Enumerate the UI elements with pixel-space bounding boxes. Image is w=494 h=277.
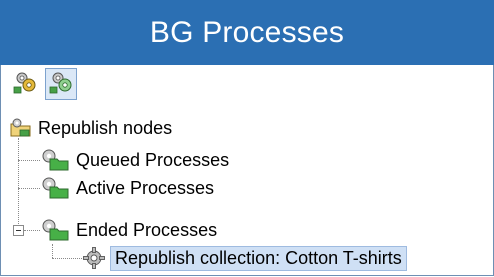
gears-folder-icon (40, 149, 70, 171)
process-group-active-button[interactable] (45, 68, 77, 100)
collapse-toggle[interactable] (13, 225, 24, 236)
toolbar (9, 68, 77, 102)
tree-item-active[interactable]: Active Processes (40, 174, 214, 202)
tree-connector (52, 244, 53, 258)
tree-item-label: Active Processes (76, 177, 215, 198)
gear-icon (82, 246, 106, 270)
process-group-active-icon (49, 70, 73, 99)
tree-item-ended[interactable]: Ended Processes (40, 216, 217, 244)
tree-connector (18, 160, 40, 161)
folder-process-icon (10, 118, 32, 138)
tree-item-label: Queued Processes (76, 149, 230, 170)
process-group-icon (13, 70, 37, 99)
gears-folder-icon (40, 177, 70, 199)
tree-connector (24, 230, 40, 231)
title-bar: BG Processes (0, 0, 494, 65)
tree-connector (52, 258, 82, 259)
tree-connector (18, 138, 19, 230)
tree-connector (18, 188, 40, 189)
tree-item-label: Ended Processes (76, 219, 218, 240)
process-group-button[interactable] (9, 68, 41, 100)
tree-item-republish-collection[interactable]: Republish collection: Cotton T-shirts (82, 244, 407, 272)
window-title: BG Processes (149, 15, 345, 49)
tree-root-label: Republish nodes (38, 117, 173, 138)
tree-root[interactable]: Republish nodes (10, 114, 172, 142)
tree-item-queued[interactable]: Queued Processes (40, 146, 229, 174)
gears-folder-icon (40, 219, 70, 241)
tree-item-label: Republish collection: Cotton T-shirts (110, 245, 407, 271)
